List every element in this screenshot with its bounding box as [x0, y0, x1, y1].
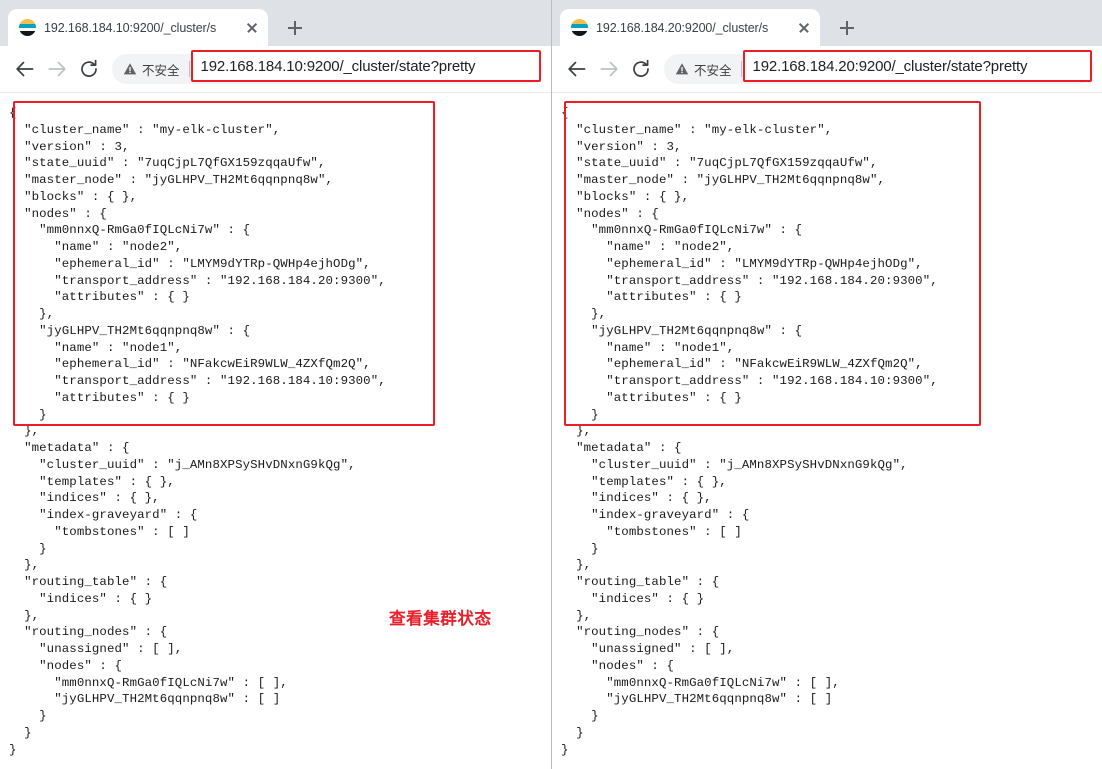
browser-tab-active[interactable]: 192.168.184.10:9200/_cluster/s	[8, 9, 268, 46]
elasticsearch-favicon	[571, 19, 588, 36]
page-content: { "cluster_name" : "my-elk-cluster", "ve…	[0, 93, 551, 769]
security-status-label: 不安全	[142, 63, 180, 78]
warning-triangle-icon	[675, 63, 689, 75]
address-bar[interactable]: 不安全 192.168.184.10:9200/_cluster/state?p…	[112, 50, 543, 84]
security-status-label: 不安全	[694, 63, 732, 78]
browser-tab-active[interactable]: 192.168.184.20:9200/_cluster/s	[560, 9, 820, 46]
forward-icon[interactable]	[42, 54, 72, 84]
url-highlight-box[interactable]: 192.168.184.10:9200/_cluster/state?prett…	[190, 50, 541, 82]
tab-strip: 192.168.184.20:9200/_cluster/s	[552, 0, 1102, 46]
browser-toolbar: 不安全 192.168.184.10:9200/_cluster/state?p…	[0, 46, 551, 93]
browser-window-node2: 192.168.184.20:9200/_cluster/s 不安全 192.1…	[551, 0, 1102, 769]
browser-toolbar: 不安全 192.168.184.20:9200/_cluster/state?p…	[552, 46, 1102, 93]
security-status-chip[interactable]: 不安全	[123, 60, 189, 79]
close-icon[interactable]	[244, 20, 260, 36]
page-content: { "cluster_name" : "my-elk-cluster", "ve…	[552, 93, 1102, 769]
url-text: 192.168.184.10:9200/_cluster/state?prett…	[200, 57, 476, 75]
annotation-note: 查看集群状态	[389, 609, 492, 628]
address-bar[interactable]: 不安全 192.168.184.20:9200/_cluster/state?p…	[664, 50, 1094, 84]
cluster-state-json: { "cluster_name" : "my-elk-cluster", "ve…	[9, 106, 386, 757]
reload-icon[interactable]	[74, 54, 104, 84]
back-icon[interactable]	[562, 54, 592, 84]
warning-triangle-icon	[123, 63, 137, 75]
security-status-chip[interactable]: 不安全	[675, 60, 741, 79]
tab-strip: 192.168.184.10:9200/_cluster/s	[0, 0, 551, 46]
elasticsearch-favicon	[19, 19, 36, 36]
new-tab-icon[interactable]	[832, 13, 862, 43]
new-tab-icon[interactable]	[280, 13, 310, 43]
browser-window-node1: 192.168.184.10:9200/_cluster/s 不安全 192.1…	[0, 0, 551, 769]
tab-title: 192.168.184.20:9200/_cluster/s	[596, 20, 769, 35]
close-icon[interactable]	[796, 20, 812, 36]
url-field-wrap[interactable]: 192.168.184.10:9200/_cluster/state?prett…	[190, 50, 543, 84]
url-highlight-box[interactable]: 192.168.184.20:9200/_cluster/state?prett…	[742, 50, 1092, 82]
forward-icon[interactable]	[594, 54, 624, 84]
url-field-wrap[interactable]: 192.168.184.20:9200/_cluster/state?prett…	[742, 50, 1094, 84]
dual-browser-screenshot: 192.168.184.10:9200/_cluster/s 不安全 192.1…	[0, 0, 1102, 769]
back-icon[interactable]	[10, 54, 40, 84]
tab-title: 192.168.184.10:9200/_cluster/s	[44, 20, 217, 35]
url-text: 192.168.184.20:9200/_cluster/state?prett…	[752, 57, 1028, 75]
reload-icon[interactable]	[626, 54, 656, 84]
cluster-state-json: { "cluster_name" : "my-elk-cluster", "ve…	[561, 106, 938, 757]
